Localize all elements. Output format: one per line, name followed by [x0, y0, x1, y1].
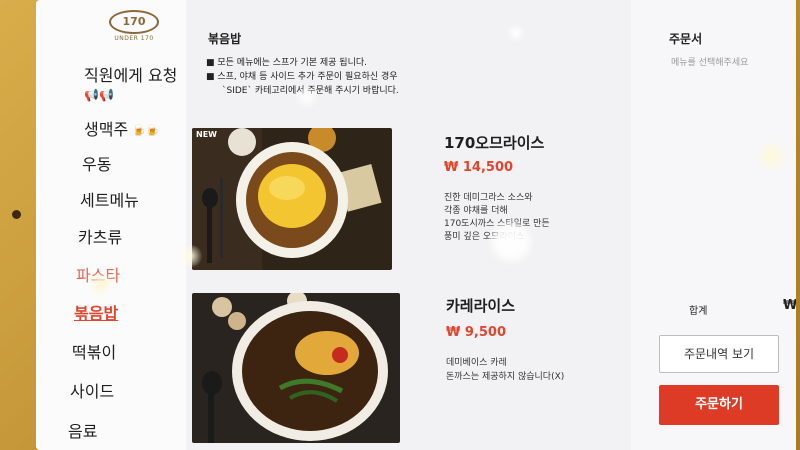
megaphone-icon: 📢📢	[84, 88, 114, 102]
sidebar-item-label: 직원에게 요청	[84, 66, 178, 85]
sidebar-item-pasta[interactable]: 파스타	[76, 262, 120, 286]
menu-item-desc: 각종 야채를 더해	[444, 206, 508, 216]
brand-logo: 170 UNDER 170	[106, 10, 162, 42]
beer-icon: 🍺🍺	[132, 124, 160, 137]
sidebar-item-set-menu[interactable]: 세트메뉴	[80, 187, 139, 211]
menu-item-name: 170오므라이스	[444, 134, 545, 152]
omurice-photo	[192, 128, 392, 270]
sidebar-item-label: 생맥주	[84, 120, 129, 139]
notice-line: ■ 모든 메뉴에는 스프가 기본 제공 됩니다.	[206, 58, 368, 68]
curry-rice-photo	[192, 293, 400, 443]
sidebar-item-side[interactable]: 사이드	[70, 378, 114, 402]
menu-item-price: ₩ 9,500	[446, 325, 506, 340]
curry-rice-image	[192, 293, 400, 443]
sidebar-item-tteokbokki[interactable]: 떡볶이	[72, 339, 116, 363]
menu-item-desc: 진한 데미그라스 소스와	[444, 193, 533, 203]
notice-line: `SIDE` 카테고리에서 주문해 주시기 바랍니다.	[222, 86, 399, 96]
order-panel: 주문서 메뉴를 선택해주세요 합계 ₩0 주문내역 보기 주문하기	[631, 0, 796, 450]
menu-item-desc: 170도시까스 스타일로 만든	[444, 219, 550, 229]
total-label: 합계	[689, 306, 708, 317]
menu-item-omurice[interactable]: NEW 170오므라이스 ₩ 14,500 진한 데미그라스 소스와 각종 야채…	[192, 128, 622, 273]
sidebar-item-call-staff[interactable]: 직원에게 요청 📢📢	[84, 62, 177, 102]
sidebar-item-fried-rice[interactable]: 볶음밥	[74, 300, 118, 324]
menu-item-curry-rice[interactable]: 카레라이스 ₩ 9,500 데미베이스 카레 돈까스는 제공하지 않습니다(X)	[192, 293, 622, 448]
menu-area: 볶음밥 ■ 모든 메뉴에는 스프가 기본 제공 됩니다. ■ 스프, 야채 등 …	[186, 0, 631, 450]
order-empty-message: 메뉴를 선택해주세요	[671, 58, 749, 68]
order-history-button[interactable]: 주문내역 보기	[659, 335, 779, 373]
notice-line: ■ 스프, 야채 등 사이드 추가 주문이 필요하신 경우	[206, 72, 398, 82]
camera-dot	[12, 210, 21, 219]
omurice-image: NEW	[192, 128, 392, 270]
logo-mark: 170	[109, 10, 159, 34]
sidebar-item-udon[interactable]: 우동	[82, 151, 111, 175]
total-value: ₩0	[783, 298, 796, 313]
new-badge: NEW	[196, 130, 217, 139]
sidebar-item-draft-beer[interactable]: 생맥주 🍺🍺	[84, 116, 160, 140]
menu-item-desc: 돈까스는 제공하지 않습니다(X)	[446, 372, 565, 382]
logo-subtitle: UNDER 170	[114, 35, 154, 42]
sidebar-item-drinks[interactable]: 음료	[68, 418, 97, 442]
place-order-button[interactable]: 주문하기	[659, 385, 779, 425]
category-title: 볶음밥	[208, 32, 242, 46]
menu-item-price: ₩ 14,500	[444, 160, 514, 175]
menu-item-desc: 데미베이스 카레	[446, 358, 507, 368]
kiosk-screen: 170 UNDER 170 직원에게 요청 📢📢 생맥주 🍺🍺 우동 세트메뉴 카…	[36, 0, 796, 450]
order-title: 주문서	[669, 32, 703, 46]
menu-item-name: 카레라이스	[446, 297, 516, 315]
category-sidebar: 170 UNDER 170 직원에게 요청 📢📢 생맥주 🍺🍺 우동 세트메뉴 카…	[36, 0, 186, 450]
menu-item-desc: 풍미 깊은 오므라이스	[444, 232, 525, 242]
sidebar-item-katsu[interactable]: 카츠류	[78, 224, 122, 248]
